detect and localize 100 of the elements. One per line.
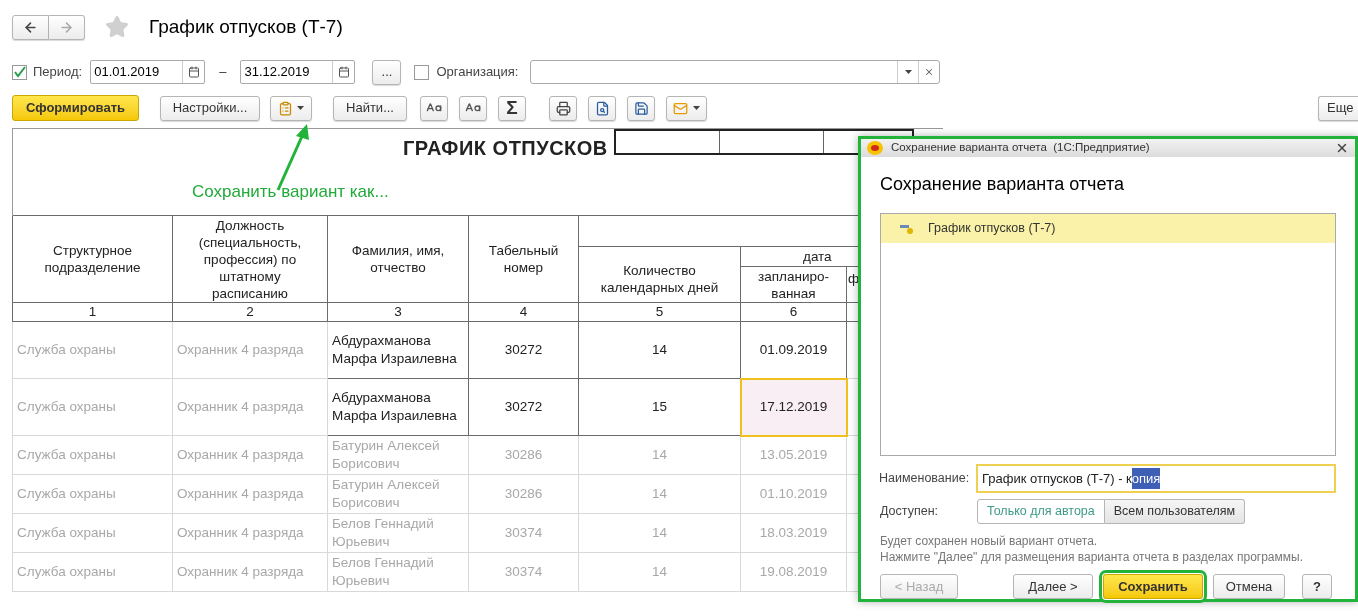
column-number: 6 — [789, 304, 798, 319]
period-label: Период: — [33, 63, 83, 82]
preview-button[interactable] — [588, 95, 616, 121]
table-cell: Служба охраны — [12, 552, 173, 592]
cancel-button[interactable]: Отмена — [1213, 574, 1285, 599]
dialog-heading: Сохранение варианта отчета — [880, 173, 1125, 196]
table-cell: Белов Геннадий Юрьевич — [327, 552, 469, 592]
table-cell: Охранник 4 разряда — [172, 474, 328, 514]
report-title: ГРАФИК ОТПУСКОВ — [403, 136, 608, 161]
table-cell: 19.08.2019 — [740, 552, 847, 592]
info-text: Нажмите "Далее" для размещения варианта отчета в разделах программы. — [880, 549, 1304, 565]
table-cell: 17.12.2019 — [740, 378, 847, 436]
clear-icon — [924, 67, 935, 77]
table-cell: 30374 — [468, 513, 579, 553]
floppy-icon — [633, 100, 649, 116]
table-cell: Батурин Алексей Борисович — [327, 474, 469, 514]
star-icon[interactable] — [105, 15, 129, 39]
annotation-text: Сохранить вариант как... — [192, 181, 389, 203]
forward-icon — [59, 19, 74, 35]
column-number: 4 — [519, 304, 528, 319]
more-button[interactable]: ... — [372, 59, 402, 85]
table-cell: Служба охраны — [12, 513, 173, 553]
page-title: График отпусков (Т-7) — [149, 14, 343, 39]
expand-button[interactable] — [459, 95, 487, 121]
back-button[interactable] — [12, 14, 49, 40]
table-cell: 30286 — [468, 435, 579, 475]
close-icon[interactable] — [1335, 141, 1349, 155]
date-field[interactable]: 01.01.2019 — [90, 60, 206, 84]
collapse-button[interactable] — [420, 95, 448, 121]
caret-icon — [693, 106, 700, 110]
next-button[interactable]: Далее > — [1013, 574, 1093, 599]
caret-icon — [905, 70, 912, 74]
table-cell: Охранник 4 разряда — [172, 552, 328, 592]
range-dash: – — [219, 63, 227, 82]
column-number: 2 — [246, 304, 254, 319]
checkbox[interactable] — [414, 64, 430, 80]
table-cell: 13.05.2019 — [740, 435, 847, 475]
column-header: Табельный номер — [488, 243, 559, 275]
preview-icon — [594, 100, 610, 116]
column-number: 1 — [88, 304, 97, 319]
variant-item[interactable]: График отпусков (Т-7) — [881, 214, 1335, 243]
caret-icon — [297, 106, 304, 110]
settings-button[interactable]: Настройки... — [160, 95, 260, 121]
save-button[interactable] — [627, 95, 655, 121]
generate-button[interactable]: Сформировать — [12, 95, 139, 121]
dialog-title: Сохранение варианта отчета (1С:Предприятие) — [891, 140, 1150, 156]
group-header: дата — [803, 248, 832, 264]
table-cell: 30272 — [468, 378, 579, 436]
table-cell: 30286 — [468, 474, 579, 514]
table-cell: Белов Геннадий Юрьевич — [327, 513, 469, 553]
table-cell: Охранник 4 разряда — [172, 435, 328, 475]
printer-icon — [555, 100, 571, 116]
clipboard-icon — [278, 100, 293, 116]
column-header: Фамилия, имя, отчество — [351, 243, 445, 275]
report-variant-icon — [900, 222, 914, 235]
access-option[interactable]: Только для автора — [977, 499, 1105, 524]
access-option[interactable]: Всем пользователям — [1104, 499, 1246, 524]
help-button[interactable]: ? — [1302, 574, 1332, 599]
back-icon — [23, 19, 38, 35]
variant-menu-button[interactable] — [270, 95, 312, 121]
column-header: Должность (специальность, профессия) по штатному расписанию — [198, 217, 302, 301]
table-cell: Охранник 4 разряда — [172, 321, 328, 379]
find-button[interactable]: Найти... — [333, 95, 407, 121]
access-label: Доступен: — [880, 503, 940, 521]
organization-label: Организация: — [436, 63, 519, 82]
organization-field[interactable] — [530, 60, 941, 84]
print-button[interactable] — [549, 95, 577, 121]
sum-button[interactable]: Σ — [498, 95, 526, 121]
name-label: Наименование: — [879, 470, 971, 488]
more-actions-button[interactable]: Еще — [1318, 95, 1358, 121]
table-cell: Абдурахманова Марфа Израилевна — [327, 378, 469, 436]
table-cell: 18.03.2019 — [740, 513, 847, 553]
table-cell: Охранник 4 разряда — [172, 378, 328, 436]
logo-icon — [867, 141, 883, 155]
table-cell: 30272 — [468, 321, 579, 379]
table-cell: Служба охраны — [12, 474, 173, 514]
column-header: ф — [848, 271, 860, 286]
calendar-icon — [337, 66, 350, 78]
column-header: запланиро-ванная — [758, 268, 829, 301]
table-cell: 14 — [578, 552, 741, 592]
table-cell: Охранник 4 разряда — [172, 513, 328, 553]
envelope-icon — [673, 100, 688, 116]
table-cell: Служба охраны — [12, 435, 173, 475]
column-number: 3 — [394, 304, 402, 319]
table-cell: 01.10.2019 — [740, 474, 847, 514]
table-cell: 14 — [578, 321, 741, 379]
calendar-icon — [187, 66, 200, 78]
column-header: Структурное подразделение — [44, 243, 141, 275]
table-cell: 14 — [578, 474, 741, 514]
table-cell: Служба охраны — [12, 321, 173, 379]
date-field[interactable]: 31.12.2019 — [240, 60, 356, 84]
table-cell: Батурин Алексей Борисович — [327, 435, 469, 475]
column-header: Количество календарных дней — [600, 262, 719, 295]
table-cell: Абдурахманова Марфа Израилевна — [327, 321, 469, 379]
checkbox[interactable] — [12, 64, 27, 80]
table-cell: 30374 — [468, 552, 579, 592]
column-number: 5 — [655, 304, 664, 319]
table-cell: Служба охраны — [12, 378, 173, 436]
table-cell: 14 — [578, 435, 741, 475]
info-text: Будет сохранен новый вариант отчета. — [880, 533, 1099, 549]
